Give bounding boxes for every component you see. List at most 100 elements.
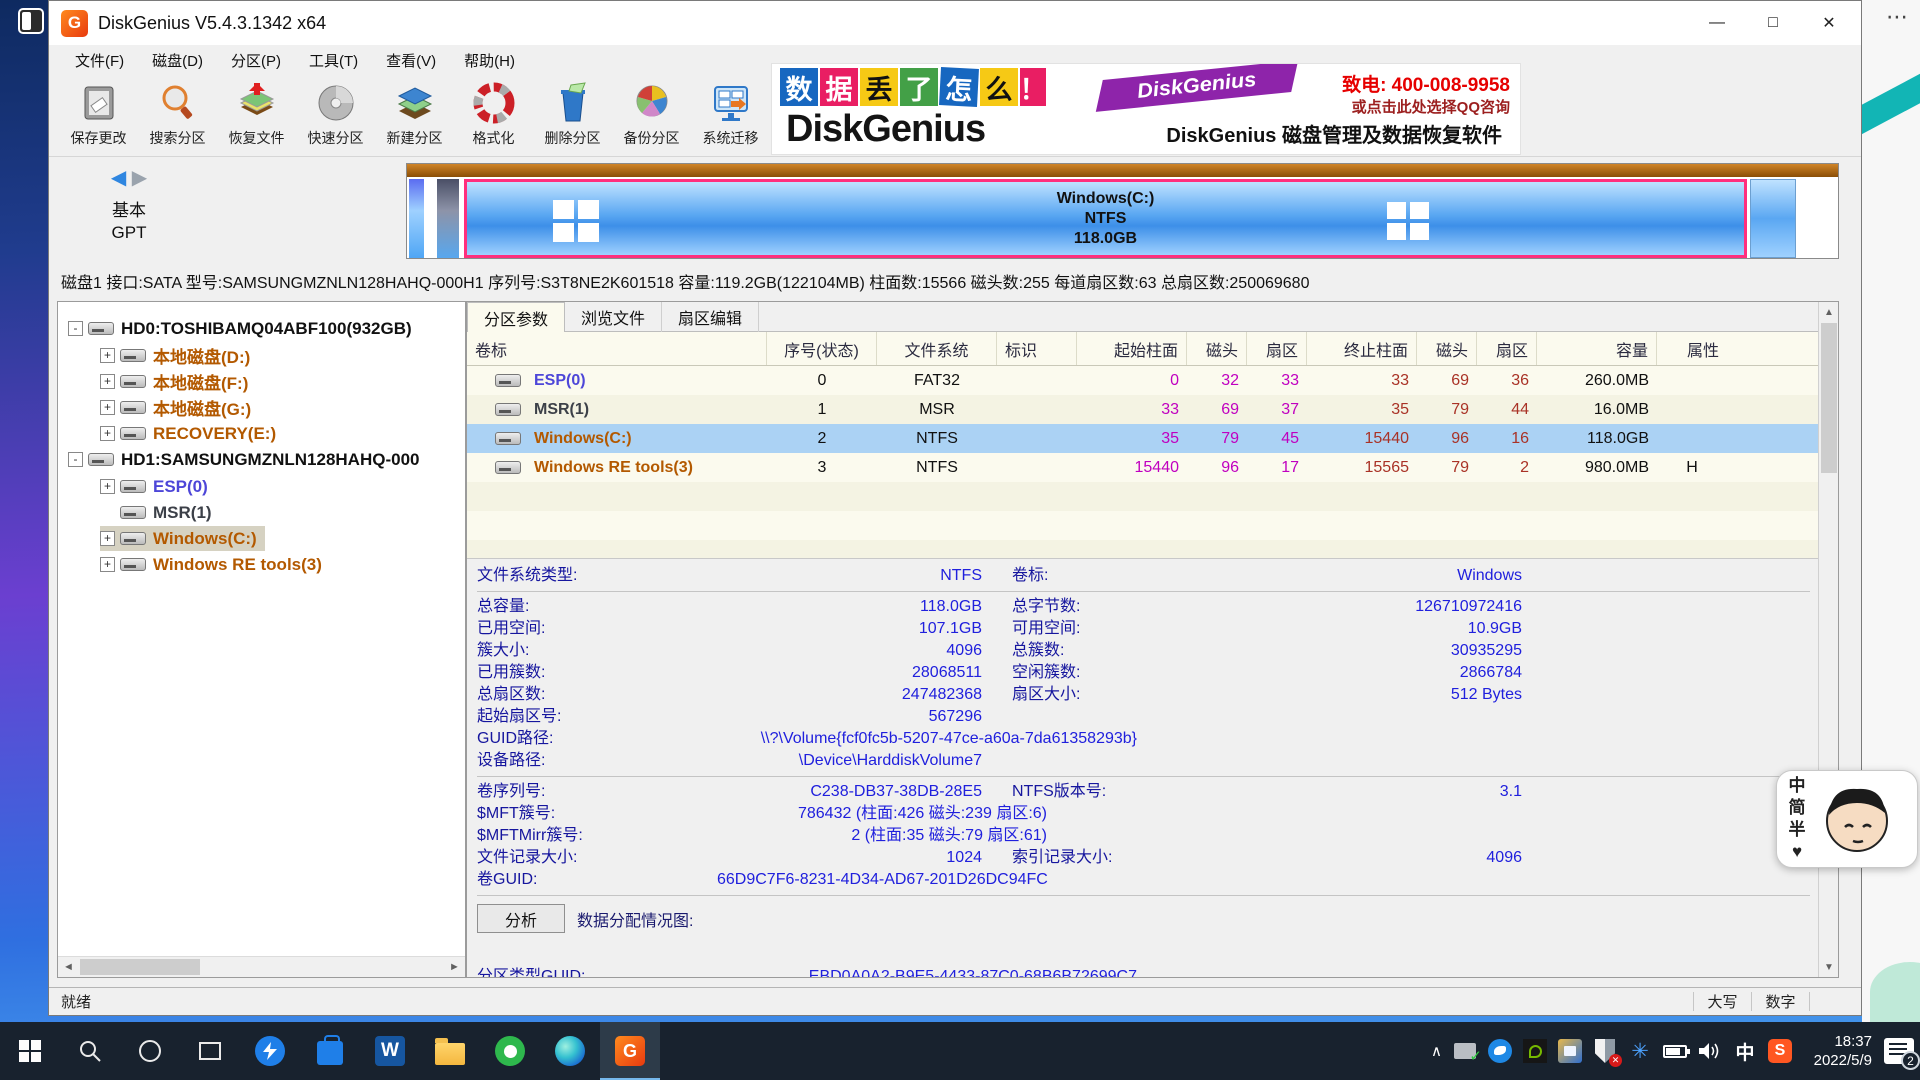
table-row-msr[interactable]: MSR(1) 1MSR 336937 357944 16.0MB [467, 395, 1838, 424]
tab-sector-edit[interactable]: 扇区编辑 [662, 302, 759, 332]
menu-disk[interactable]: 磁盘(D) [140, 47, 215, 74]
resize-grip[interactable] [1809, 992, 1835, 1011]
tree-item-windows-re[interactable]: + Windows RE tools(3) [100, 552, 322, 577]
close-button[interactable]: ✕ [1801, 1, 1857, 45]
menu-partition[interactable]: 分区(P) [219, 47, 293, 74]
folder-icon [435, 1043, 465, 1065]
maximize-button[interactable]: □ [1745, 1, 1801, 45]
disk-icon [120, 349, 146, 362]
file-explorer-button[interactable] [420, 1022, 480, 1080]
partition-esp-sliver[interactable] [409, 179, 424, 258]
main-vertical-scrollbar[interactable]: ▲ ▼ [1818, 302, 1838, 977]
edge-browser-button[interactable] [540, 1022, 600, 1080]
search-partition-button[interactable]: 搜索分区 [138, 75, 217, 155]
diskgenius-taskbar-button[interactable]: G [600, 1022, 660, 1080]
volume-tray-icon[interactable] [1698, 1039, 1722, 1063]
disk-icon [495, 461, 521, 474]
table-row-windows-re[interactable]: Windows RE tools(3) 3NTFS 154409617 1556… [467, 453, 1838, 482]
tim-tray-icon[interactable] [1488, 1039, 1512, 1063]
tree-item-windows-c[interactable]: + Windows(C:) [100, 526, 265, 551]
tab-partition-params[interactable]: 分区参数 [467, 302, 565, 332]
tree-horizontal-scrollbar[interactable]: ◄ ► [58, 956, 465, 977]
tree-item-msr[interactable]: MSR(1) [100, 500, 212, 525]
word-app-button[interactable]: W [360, 1022, 420, 1080]
ime-heart-icon[interactable]: ♥ [1777, 841, 1817, 863]
taskbar-search-button[interactable] [60, 1022, 120, 1080]
disk-icon [120, 375, 146, 388]
collapse-icon[interactable]: - [68, 321, 83, 336]
nav-back-icon[interactable]: ◀ [111, 167, 126, 189]
backup-partition-button[interactable]: 备份分区 [612, 75, 691, 155]
security-shield-tray-icon[interactable]: ✕ [1593, 1039, 1617, 1063]
partition-re-tools-sliver[interactable] [1750, 179, 1796, 258]
save-changes-button[interactable]: 保存更改 [59, 75, 138, 155]
quick-partition-button[interactable]: 快速分区 [296, 75, 375, 155]
delete-partition-button[interactable]: 删除分区 [533, 75, 612, 155]
notification-center-button[interactable]: 2 [1884, 1038, 1914, 1064]
clock-date: 2022/5/9 [1814, 1051, 1872, 1070]
collapse-icon[interactable]: - [68, 452, 83, 467]
tab-browse-files[interactable]: 浏览文件 [565, 302, 662, 332]
ad-banner[interactable]: 数 据 丢 了 怎 么 ！ DiskGenius DiskGenius 致电: … [771, 63, 1521, 155]
tree-item-disk-g[interactable]: + 本地磁盘(G:) [100, 395, 251, 420]
ime-char-jian[interactable]: 简 [1777, 797, 1817, 819]
menu-help[interactable]: 帮助(H) [452, 47, 527, 74]
ime-char-ban[interactable]: 半 [1777, 819, 1817, 841]
scroll-thumb[interactable] [80, 959, 200, 975]
expand-icon[interactable]: + [100, 531, 115, 546]
expand-icon[interactable]: + [100, 479, 115, 494]
overflow-menu-icon[interactable]: ⋯ [1886, 4, 1910, 30]
format-button[interactable]: 格式化 [454, 75, 533, 155]
ad-qq-link[interactable]: 或点击此处选择QQ咨询 [1352, 96, 1510, 117]
sogou-tray-icon[interactable]: S [1768, 1039, 1792, 1063]
table-row-windows-c[interactable]: Windows(C:) 2NTFS 357945 154409616 118.0… [467, 424, 1838, 453]
tray-expand-icon[interactable]: ∧ [1431, 1042, 1442, 1060]
expand-icon[interactable]: + [100, 374, 115, 389]
tree-item-recovery-e[interactable]: + RECOVERY(E:) [100, 421, 276, 446]
cortana-icon [139, 1040, 161, 1062]
nvidia-tray-icon[interactable] [1523, 1039, 1547, 1063]
analyze-button[interactable]: 分析 [477, 904, 565, 933]
battery-tray-icon[interactable] [1663, 1039, 1687, 1063]
scroll-down-icon[interactable]: ▼ [1819, 957, 1839, 977]
tree-item-esp[interactable]: + ESP(0) [100, 474, 208, 499]
expand-icon[interactable]: + [100, 400, 115, 415]
partition-c-selected[interactable]: Windows(C:) NTFS 118.0GB [464, 179, 1747, 258]
new-partition-button[interactable]: 新建分区 [375, 75, 454, 155]
store-app-button[interactable] [300, 1022, 360, 1080]
thunder-app-button[interactable] [240, 1022, 300, 1080]
windows-logo [553, 200, 599, 242]
ime-char-zhong[interactable]: 中 [1777, 775, 1817, 797]
nav-forward-icon[interactable]: ▶ [132, 167, 147, 189]
ime-indicator[interactable]: 中 [1733, 1039, 1757, 1063]
scroll-left-icon[interactable]: ◄ [58, 957, 79, 977]
printer-tray-icon[interactable]: ✓ [1453, 1039, 1477, 1063]
tree-item-hd0[interactable]: - HD0:TOSHIBAMQ04ABF100(932GB) [68, 316, 412, 341]
expand-icon[interactable]: + [100, 348, 115, 363]
expand-icon[interactable]: + [100, 426, 115, 441]
tree-item-disk-d[interactable]: + 本地磁盘(D:) [100, 343, 250, 368]
ime-floating-widget[interactable]: 中 简 半 ♥ [1776, 770, 1918, 868]
minimize-button[interactable]: — [1689, 1, 1745, 45]
menu-tools[interactable]: 工具(T) [297, 47, 370, 74]
tree-item-hd1[interactable]: - HD1:SAMSUNGMZNLN128HAHQ-000 [68, 447, 420, 472]
expand-icon[interactable]: + [100, 557, 115, 572]
browser-360-button[interactable] [480, 1022, 540, 1080]
intel-graphics-tray-icon[interactable] [1558, 1039, 1582, 1063]
cortana-button[interactable] [120, 1022, 180, 1080]
task-view-button[interactable] [180, 1022, 240, 1080]
snowflake-tray-icon[interactable]: ✳ [1628, 1039, 1652, 1063]
background-window-icon[interactable] [18, 8, 44, 34]
start-button[interactable] [0, 1022, 60, 1080]
table-row-esp[interactable]: ESP(0) 0FAT32 03233 336936 260.0MB [467, 366, 1838, 395]
system-migration-button[interactable]: 系统迁移 [691, 75, 770, 155]
scroll-thumb[interactable] [1821, 323, 1837, 473]
menu-view[interactable]: 查看(V) [374, 47, 448, 74]
scroll-right-icon[interactable]: ► [444, 957, 465, 977]
scroll-up-icon[interactable]: ▲ [1819, 302, 1839, 322]
recover-files-button[interactable]: 恢复文件 [217, 75, 296, 155]
tree-item-disk-f[interactable]: + 本地磁盘(F:) [100, 369, 248, 394]
taskbar-clock[interactable]: 18:37 2022/5/9 [1814, 1032, 1872, 1070]
menu-file[interactable]: 文件(F) [63, 47, 136, 74]
partition-msr-sliver[interactable] [437, 179, 459, 258]
